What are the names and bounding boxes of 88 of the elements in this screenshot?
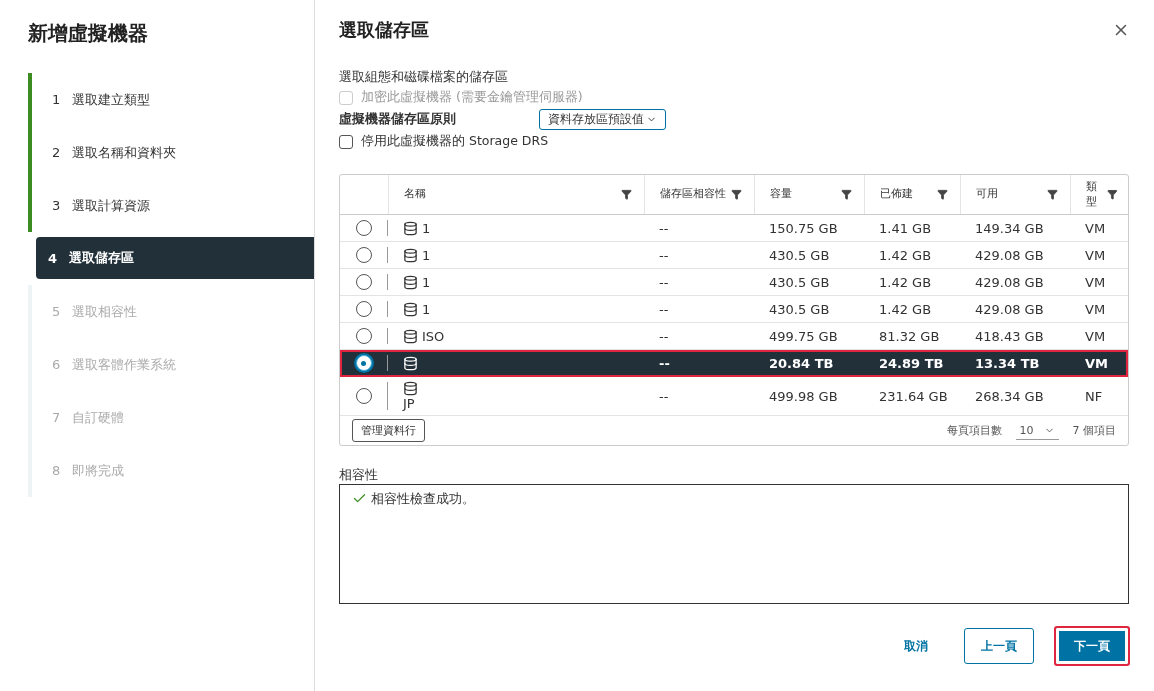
per-page-select[interactable]: 10 [1015, 421, 1059, 440]
wizard-button[interactable]: 下一頁 [1054, 626, 1130, 666]
item-count: 7 個項目 [1072, 423, 1116, 438]
policy-label: 虛擬機器儲存區原則 [339, 111, 457, 128]
filter-icon[interactable] [1047, 189, 1058, 200]
database-icon [403, 274, 418, 290]
column-header[interactable]: 儲存區相容性 [644, 175, 754, 214]
table-cell-text: 429.08 GB [974, 246, 1045, 265]
table-cell-text: NF [1084, 387, 1104, 406]
policy-dropdown[interactable]: 資料存放區預設值 [539, 109, 666, 130]
wizard-step[interactable]: 2 選取名稱和資料夾 [28, 126, 314, 179]
table-cell-text: -- [658, 387, 670, 406]
database-icon [403, 381, 418, 396]
table-cell-text: 430.5 GB [768, 246, 831, 265]
table-row[interactable]: JP -- 499.98 GB 231.64 GB 268.34 GB NF [340, 377, 1128, 416]
column-header[interactable]: 可用 [960, 175, 1070, 214]
filter-icon[interactable] [731, 189, 742, 200]
table-cell-text: 418.43 GB [974, 327, 1045, 346]
database-icon [403, 328, 418, 344]
page-title: 選取儲存區 [339, 18, 429, 42]
wizard-step[interactable]: 1 選取建立類型 [28, 73, 314, 126]
table-cell-text: 429.08 GB [974, 273, 1045, 292]
table-cell-text: 1.42 GB [878, 246, 933, 265]
database-icon [403, 301, 418, 317]
table-cell: 1 [422, 247, 431, 263]
table-cell-text: VM [1084, 219, 1107, 238]
checkbox[interactable] [339, 134, 353, 149]
column-header[interactable]: 容量 [754, 175, 864, 214]
filter-icon[interactable] [621, 189, 632, 200]
database-icon [403, 220, 418, 236]
section-label: 選取組態和磁碟檔案的儲存區 [339, 68, 509, 86]
table-cell-text: -- [658, 273, 670, 292]
table-cell-text: VM [1084, 300, 1107, 319]
column-header[interactable]: 類型 [1070, 175, 1128, 214]
table-cell-text: -- [658, 300, 670, 319]
filter-icon[interactable] [1107, 189, 1118, 200]
table-cell-text: 150.75 GB [768, 219, 839, 238]
table-cell-text: 13.34 TB [974, 354, 1041, 373]
table-cell-text: JP [403, 396, 416, 411]
table-cell-text: -- [658, 219, 670, 238]
table-cell-text: -- [658, 246, 670, 265]
column-header[interactable]: 名稱 [388, 175, 644, 214]
table-row[interactable]: 1 -- 430.5 GB 1.42 GB 429.08 GB VM [340, 296, 1128, 323]
database-icon [403, 247, 418, 263]
table-cell-text: -- [658, 327, 670, 346]
table-cell-text: 499.75 GB [768, 327, 839, 346]
table-row[interactable]: 1 -- 430.5 GB 1.42 GB 429.08 GB VM [340, 269, 1128, 296]
table-cell-text: 231.64 GB [878, 387, 949, 406]
table-row[interactable]: 1 -- 430.5 GB 1.42 GB 429.08 GB VM [340, 242, 1128, 269]
table-cell-text: 429.08 GB [974, 300, 1045, 319]
table-cell-text: -- [658, 354, 671, 373]
column-header[interactable]: 已佈建 [864, 175, 960, 214]
section-label: 相容性 [339, 466, 379, 484]
checkbox-label: 停用此虛擬機器的 Storage DRS [361, 133, 549, 150]
wizard-step[interactable]: 4 選取儲存區 [36, 237, 314, 279]
filter-icon[interactable] [937, 189, 948, 200]
database-icon [403, 355, 418, 371]
filter-icon[interactable] [841, 189, 852, 200]
radio-button[interactable] [355, 355, 372, 371]
table-cell-text: 1.42 GB [878, 300, 933, 319]
table-cell: 1 [422, 301, 431, 317]
checkbox-label: 加密此虛擬機器 (需要金鑰管理伺服器) [361, 89, 583, 106]
table-cell-text: 1.42 GB [878, 273, 933, 292]
per-page-label: 每頁項目數 [946, 423, 1002, 438]
table-cell-text: VM [1084, 273, 1107, 292]
table-cell-text: 149.34 GB [974, 219, 1045, 238]
table-cell: 1 [422, 274, 431, 290]
table-cell-text: 499.98 GB [768, 387, 839, 406]
table-cell-text: VM [1084, 246, 1107, 265]
wizard-button[interactable]: 取消 [888, 628, 944, 664]
table-cell-text: 20.84 TB [768, 354, 835, 373]
wizard-step[interactable]: 3 選取計算資源 [28, 179, 314, 232]
table-cell-text: VM [1084, 354, 1109, 373]
table-cell-text: VM [1084, 327, 1107, 346]
wizard-button[interactable]: 上一頁 [964, 628, 1034, 664]
table-cell-text: 24.89 TB [878, 354, 945, 373]
table-cell-text: 81.32 GB [878, 327, 941, 346]
table-cell: ISO [422, 328, 445, 344]
table-row[interactable]: -- 20.84 TB 24.89 TB 13.34 TB VM [340, 350, 1128, 377]
compatibility-message: 相容性檢查成功。 [371, 491, 475, 508]
table-cell-text: 268.34 GB [974, 387, 1045, 406]
manage-columns-button[interactable]: 管理資料行 [352, 419, 425, 442]
table-row[interactable]: 1 -- 150.75 GB 1.41 GB 149.34 GB VM [340, 215, 1128, 242]
wizard-title: 新增虛擬機器 [28, 20, 149, 47]
table-cell-text: 430.5 GB [768, 273, 831, 292]
table-cell-text: 1.41 GB [878, 219, 933, 238]
table-cell: 1 [422, 220, 431, 236]
table-cell-text: 430.5 GB [768, 300, 831, 319]
